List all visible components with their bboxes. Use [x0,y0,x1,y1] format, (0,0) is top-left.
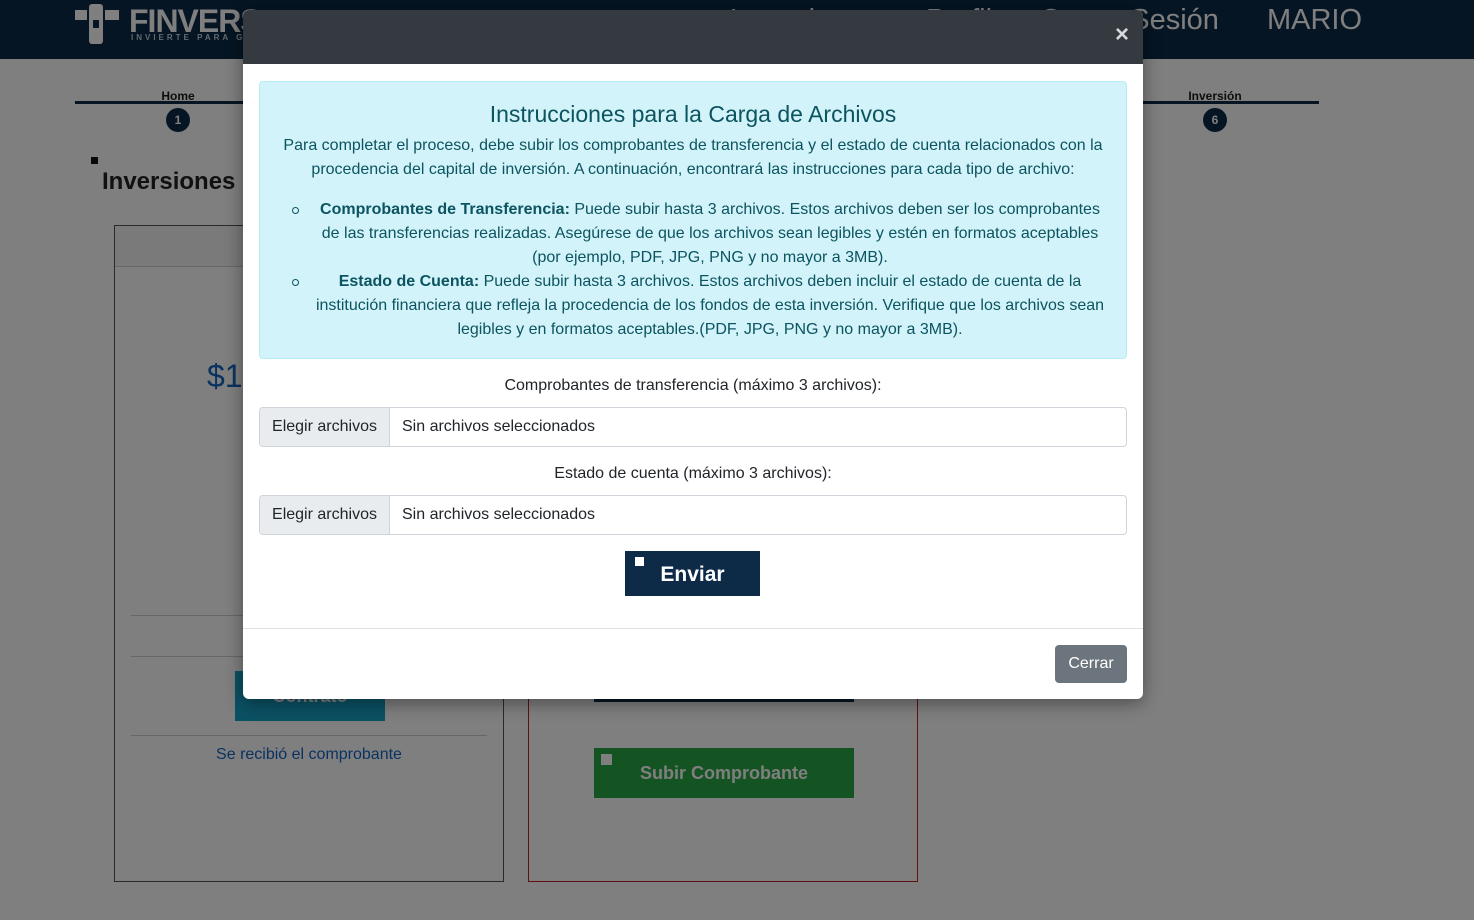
choose-files-button[interactable]: Elegir archivos [260,408,390,446]
modal-footer: Cerrar [243,628,1143,699]
instructions-alert: Instrucciones para la Carga de Archivos … [259,81,1127,359]
list-item-title: Estado de Cuenta: [338,273,480,290]
no-files-text: Sin archivos seleccionados [402,506,595,523]
transfer-files-label: Comprobantes de transferencia (máximo 3 … [504,377,882,394]
list-item-title: Comprobantes de Transferencia: [320,201,570,218]
list-item: Estado de Cuenta: Puede subir hasta 3 ar… [292,270,1106,342]
upload-modal: × Instrucciones para la Carga de Archivo… [243,10,1143,699]
send-button[interactable]: Enviar [625,551,760,596]
close-button[interactable]: Cerrar [1055,645,1127,683]
checkbox-icon [635,557,644,566]
send-button-label: Enviar [660,563,725,586]
instructions-intro: Para completar el proceso, debe subir lo… [283,137,1103,178]
modal-header: × [243,10,1143,64]
instructions-title: Instrucciones para la Carga de Archivos [489,101,897,127]
no-files-text: Sin archivos seleccionados [402,418,595,435]
circle-bullet-icon [292,279,299,286]
transfer-files-input[interactable]: Elegir archivos Sin archivos seleccionad… [259,407,1127,447]
statement-files-input[interactable]: Elegir archivos Sin archivos seleccionad… [259,495,1127,535]
list-item: Comprobantes de Transferencia: Puede sub… [292,198,1106,270]
circle-bullet-icon [292,207,299,214]
close-icon[interactable]: × [1115,23,1129,47]
instructions-list: Comprobantes de Transferencia: Puede sub… [292,198,1106,342]
choose-files-button[interactable]: Elegir archivos [260,496,390,534]
statement-files-label: Estado de cuenta (máximo 3 archivos): [554,465,832,482]
